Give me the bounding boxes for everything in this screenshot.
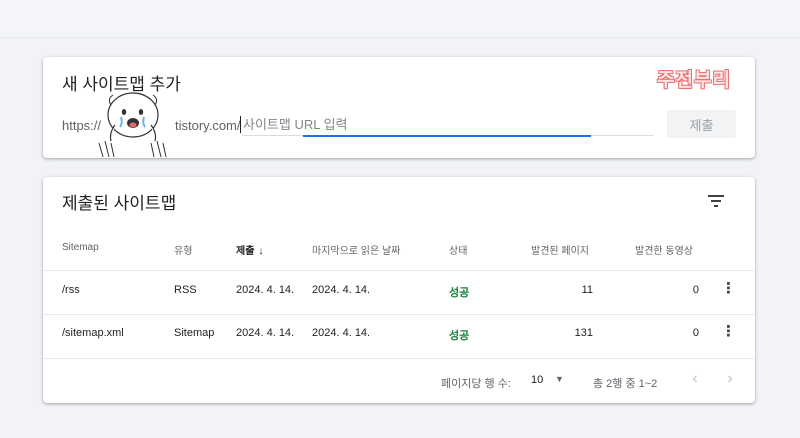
column-header-type[interactable]: 유형 <box>174 242 192 257</box>
row-sitemap[interactable]: /rss <box>62 284 80 296</box>
row-type: RSS <box>174 284 197 296</box>
row-videos: 0 <box>692 327 699 339</box>
chevron-right-icon[interactable]: › <box>722 370 738 388</box>
input-focus-underline <box>303 135 591 137</box>
row-submitted: 2024. 4. 14. <box>236 327 295 339</box>
row-pages: 11 <box>581 284 593 296</box>
caret-down-icon[interactable]: ▼ <box>555 374 564 384</box>
row-pages: 131 <box>574 327 593 339</box>
header-divider <box>43 270 755 271</box>
submitted-sitemaps-title: 제출된 사이트맵 <box>62 194 177 213</box>
add-sitemap-card: 새 사이트맵 추가 주전부리 https:// tistory.com/ 제출 <box>43 57 755 158</box>
row-divider <box>43 358 755 359</box>
text-caret <box>240 116 241 133</box>
column-header-pages[interactable]: 발견된 페이지 <box>531 242 589 257</box>
row-last-read: 2024. 4. 14. <box>312 284 371 296</box>
row-type: Sitemap <box>174 327 215 339</box>
column-header-last-read[interactable]: 마지막으로 읽은 날짜 <box>312 242 400 257</box>
row-status: 성공 <box>449 330 470 342</box>
row-status: 성공 <box>449 287 470 299</box>
chevron-left-icon[interactable]: ‹ <box>687 370 703 388</box>
row-divider <box>43 314 755 315</box>
row-sitemap[interactable]: /sitemap.xml <box>62 327 124 339</box>
column-header-videos[interactable]: 발견한 동영상 <box>635 242 693 257</box>
top-bar <box>0 0 800 38</box>
pagination-range: 총 2행 중 1~2 <box>593 378 658 390</box>
row-videos: 0 <box>692 284 699 296</box>
column-header-submitted[interactable]: 제출 ↓ <box>236 242 263 257</box>
row-submitted: 2024. 4. 14. <box>236 284 295 296</box>
column-header-status[interactable]: 상태 <box>449 242 467 257</box>
row-last-read: 2024. 4. 14. <box>312 327 371 339</box>
rows-per-page-select[interactable]: 10 <box>531 374 543 386</box>
rows-per-page-label: 페이지당 행 수: <box>441 378 511 390</box>
column-header-sitemap[interactable]: Sitemap <box>62 242 99 253</box>
submitted-sitemaps-card: 제출된 사이트맵 Sitemap 유형 제출 ↓ 마지막으로 읽은 날짜 상태 발… <box>43 177 755 403</box>
more-vert-icon[interactable]: ⋮ <box>721 280 736 298</box>
arrow-down-icon: ↓ <box>258 246 264 257</box>
submit-button[interactable]: 제출 <box>667 110 736 138</box>
filter-icon[interactable] <box>707 194 725 208</box>
brand-watermark: 주전부리 <box>657 70 731 91</box>
url-domain: tistory.com/ <box>175 118 241 133</box>
column-header-submitted-label: 제출 <box>236 246 255 257</box>
mascot-sticker <box>98 92 167 158</box>
more-vert-icon[interactable]: ⋮ <box>721 323 736 341</box>
sitemap-url-input[interactable] <box>242 114 654 136</box>
